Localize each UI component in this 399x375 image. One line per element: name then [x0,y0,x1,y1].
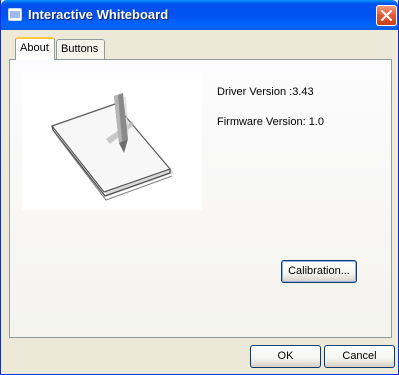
ok-button[interactable]: OK [250,345,321,368]
tab-buttons-label: Buttons [61,43,99,55]
whiteboard-illustration [22,73,202,210]
firmware-version-label: Firmware Version: 1.0 [217,116,324,128]
tab-buttons[interactable]: Buttons [56,39,105,59]
close-icon [381,10,392,21]
driver-version-label: Driver Version :3.43 [217,86,314,98]
close-button[interactable] [376,5,397,26]
title-bar[interactable]: Interactive Whiteboard [1,0,398,30]
tab-about-label: About [20,42,49,54]
window-icon [8,8,22,21]
dialog-window: Interactive Whiteboard About Buttons Dri… [0,0,399,375]
tab-about[interactable]: About [15,37,55,60]
whiteboard-pen-illustration [51,93,174,201]
calibration-button[interactable]: Calibration... [281,260,357,283]
window-title: Interactive Whiteboard [28,7,169,22]
cancel-button[interactable]: Cancel [324,345,395,368]
